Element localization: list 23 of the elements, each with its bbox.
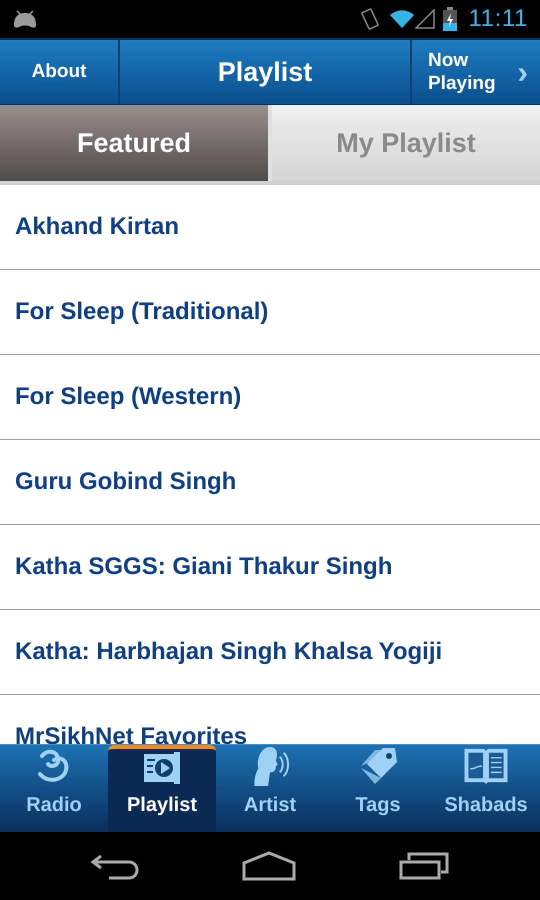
playlist-item[interactable]: Katha SGGS: Giani Thakur Singh [0, 525, 540, 610]
playlist-item[interactable]: Katha: Harbhajan Singh Khalsa Yogiji [0, 610, 540, 695]
back-icon[interactable] [91, 852, 140, 880]
header-title: Playlist [216, 56, 314, 89]
vibrate-icon [358, 7, 380, 31]
tab[interactable]: Featured [0, 105, 272, 181]
android-icon [12, 9, 38, 29]
battery-icon [442, 7, 456, 31]
playlist-item[interactable]: For Sleep (Traditional) [0, 270, 540, 355]
home-icon[interactable] [242, 851, 296, 881]
wifi-icon [388, 9, 414, 29]
playlist-item[interactable]: For Sleep (Western) [0, 355, 540, 440]
recent-apps-icon[interactable] [398, 852, 449, 880]
bottom-tab[interactable]: Tags [324, 745, 432, 832]
clock: 11:11 [468, 4, 528, 34]
bottom-tab[interactable]: Playlist [108, 745, 216, 832]
bottom-tab[interactable]: Artist [216, 745, 324, 832]
playlist-item[interactable]: Guru Gobind Singh [0, 440, 540, 525]
bottom-tab[interactable]: Radio [0, 745, 108, 832]
video-play-icon [142, 750, 182, 786]
signal-icon [414, 9, 434, 29]
playlist-item[interactable]: Akhand Kirtan [0, 185, 540, 270]
bottom-tab[interactable]: Shabads [432, 745, 540, 832]
